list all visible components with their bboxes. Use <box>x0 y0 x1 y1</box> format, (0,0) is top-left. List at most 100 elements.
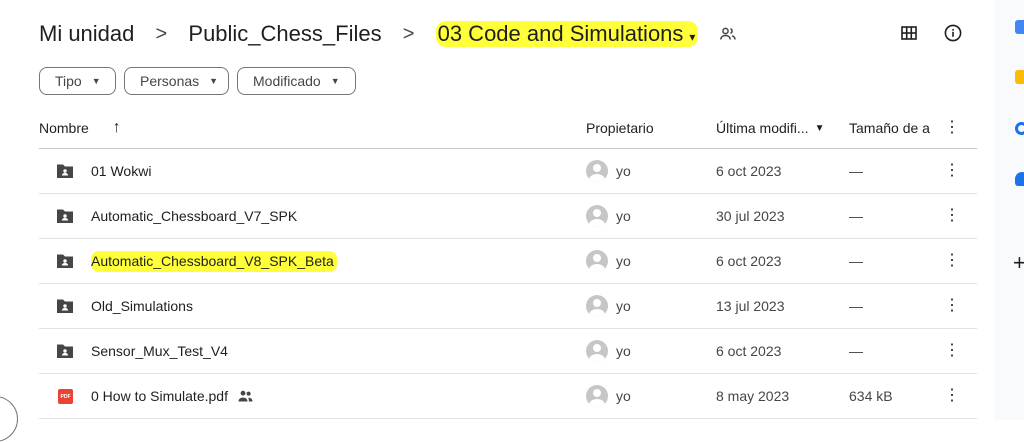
tasks-icon[interactable] <box>1015 122 1024 135</box>
owner-cell: yo <box>586 149 631 193</box>
more-options-icon[interactable]: ⋮ <box>942 284 962 328</box>
file-size: — <box>849 253 863 269</box>
owner-label: yo <box>616 298 631 314</box>
column-header-modified-label: Última modifi... <box>716 120 809 136</box>
owner-label: yo <box>616 253 631 269</box>
calendar-icon[interactable] <box>1015 20 1024 34</box>
modified-date: 6 oct 2023 <box>716 253 782 269</box>
breadcrumb-parent[interactable]: Public_Chess_Files <box>188 21 381 47</box>
shared-folder-icon <box>57 254 73 268</box>
modified-date: 8 may 2023 <box>716 388 790 404</box>
more-options-icon[interactable]: ⋮ <box>942 374 962 418</box>
table-header: Nombre ↑ Propietario Última modifi... ▼ … <box>39 108 977 149</box>
shared-users-icon[interactable] <box>720 27 737 41</box>
shared-folder-icon <box>57 299 73 313</box>
side-panel-rail: + <box>995 0 1024 420</box>
filter-modified-label: Modificado <box>253 73 321 89</box>
file-size: — <box>849 208 863 224</box>
file-table: Nombre ↑ Propietario Última modifi... ▼ … <box>39 108 977 419</box>
sort-ascending-icon[interactable]: ↑ <box>113 119 121 137</box>
modified-date: 30 jul 2023 <box>716 208 785 224</box>
modified-date: 6 oct 2023 <box>716 163 782 179</box>
shared-folder-icon <box>57 164 73 178</box>
grid-view-icon[interactable] <box>898 22 920 44</box>
table-row[interactable]: Automatic_Chessboard_V7_SPK yo 30 jul 20… <box>39 194 977 239</box>
file-size: — <box>849 298 863 314</box>
breadcrumb-current-folder[interactable]: 03 Code and Simulations ▾ <box>435 21 699 47</box>
file-name[interactable]: Old_Simulations <box>91 284 193 328</box>
filter-modified-button[interactable]: Modificado ▼ <box>237 67 356 95</box>
contacts-icon[interactable] <box>1015 172 1024 186</box>
breadcrumb: Mi unidad > Public_Chess_Files > 03 Code… <box>39 14 737 54</box>
more-options-icon[interactable]: ⋮ <box>942 239 962 283</box>
breadcrumb-current-label: 03 Code and Simulations <box>437 21 684 46</box>
breadcrumb-separator-icon: > <box>155 22 168 45</box>
owner-cell: yo <box>586 239 631 283</box>
avatar <box>586 160 608 182</box>
owner-label: yo <box>616 388 631 404</box>
owner-cell: yo <box>586 284 631 328</box>
table-row[interactable]: Old_Simulations yo 13 jul 2023 — ⋮ <box>39 284 977 329</box>
avatar <box>586 250 608 272</box>
column-header-name[interactable]: Nombre ↑ <box>39 108 121 148</box>
owner-cell: yo <box>586 374 631 418</box>
file-name-cell[interactable]: 0 How to Simulate.pdf <box>91 374 253 418</box>
file-size: 634 kB <box>849 388 893 404</box>
avatar <box>586 385 608 407</box>
owner-label: yo <box>616 163 631 179</box>
column-header-size[interactable]: Tamaño de a <box>849 108 930 148</box>
chevron-down-icon: ▼ <box>209 76 219 86</box>
owner-cell: yo <box>586 329 631 373</box>
more-options-icon[interactable]: ⋮ <box>942 108 962 148</box>
avatar <box>586 340 608 362</box>
drive-main-panel: Mi unidad > Public_Chess_Files > 03 Code… <box>0 0 995 420</box>
file-size: — <box>849 343 863 359</box>
breadcrumb-root[interactable]: Mi unidad <box>39 21 134 47</box>
column-header-owner[interactable]: Propietario <box>586 108 654 148</box>
modified-date: 13 jul 2023 <box>716 298 785 314</box>
info-icon[interactable] <box>942 22 964 44</box>
pdf-file-icon: PDF <box>58 389 73 404</box>
file-name[interactable]: Sensor_Mux_Test_V4 <box>91 329 228 373</box>
kebab-glyph: ⋮ <box>944 207 960 224</box>
file-name: 0 How to Simulate.pdf <box>91 388 228 404</box>
modified-date: 6 oct 2023 <box>716 343 782 359</box>
avatar <box>586 205 608 227</box>
column-header-modified[interactable]: Última modifi... ▼ <box>716 108 824 148</box>
file-name[interactable]: Automatic_Chessboard_V8_SPK_Beta <box>91 239 337 283</box>
highlighted-file-name: Automatic_Chessboard_V8_SPK_Beta <box>91 250 337 272</box>
chevron-down-icon: ▼ <box>330 76 340 86</box>
file-size: — <box>849 163 863 179</box>
filter-people-button[interactable]: Personas ▼ <box>124 67 229 95</box>
table-row[interactable]: PDF 0 How to Simulate.pdf yo 8 may 2023 … <box>39 374 977 419</box>
column-header-name-label: Nombre <box>39 120 89 136</box>
chevron-down-icon: ▾ <box>689 30 696 44</box>
filter-people-label: Personas <box>140 73 200 89</box>
more-options-icon[interactable]: ⋮ <box>942 329 962 373</box>
kebab-glyph: ⋮ <box>944 252 960 269</box>
more-options-icon[interactable]: ⋮ <box>942 149 962 193</box>
add-apps-icon[interactable]: + <box>1013 250 1024 276</box>
breadcrumb-separator-icon: > <box>402 22 415 45</box>
kebab-glyph: ⋮ <box>944 297 960 314</box>
kebab-glyph: ⋮ <box>944 162 960 179</box>
kebab-glyph: ⋮ <box>944 387 960 404</box>
owner-label: yo <box>616 343 631 359</box>
avatar <box>586 295 608 317</box>
keep-icon[interactable] <box>1015 70 1024 84</box>
file-name[interactable]: Automatic_Chessboard_V7_SPK <box>91 194 297 238</box>
sort-descending-icon[interactable]: ▼ <box>815 123 825 134</box>
more-options-icon[interactable]: ⋮ <box>942 194 962 238</box>
owner-cell: yo <box>586 194 631 238</box>
kebab-glyph: ⋮ <box>944 119 960 136</box>
shared-users-icon <box>238 390 253 402</box>
table-row[interactable]: 01 Wokwi yo 6 oct 2023 — ⋮ <box>39 149 977 194</box>
table-row[interactable]: Sensor_Mux_Test_V4 yo 6 oct 2023 — ⋮ <box>39 329 977 374</box>
file-name[interactable]: 01 Wokwi <box>91 149 151 193</box>
filter-type-label: Tipo <box>55 73 82 89</box>
shared-folder-icon <box>57 209 73 223</box>
table-row[interactable]: Automatic_Chessboard_V8_SPK_Beta yo 6 oc… <box>39 239 977 284</box>
filter-chips: Tipo ▼ Personas ▼ Modificado ▼ <box>39 67 356 95</box>
kebab-glyph: ⋮ <box>944 342 960 359</box>
filter-type-button[interactable]: Tipo ▼ <box>39 67 116 95</box>
